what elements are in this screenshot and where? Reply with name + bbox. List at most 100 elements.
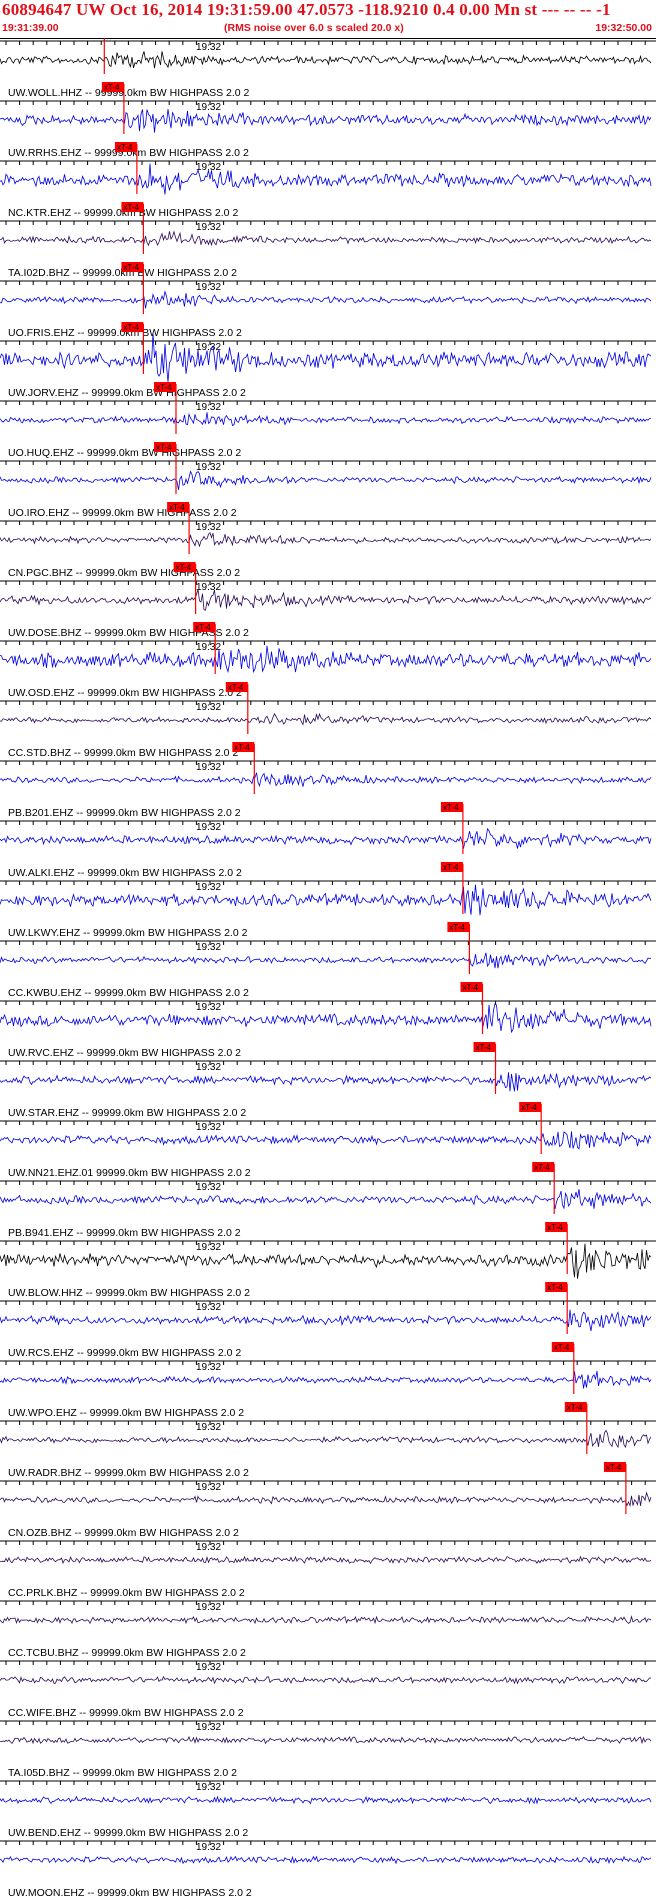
station-label: UO.IRO.EHZ -- 99999.0km BW HIGHPASS 2.0 … — [8, 507, 237, 519]
trace-row: 19:32 UW.BEND.EHZ -- 99999.0km BW HIGHPAS… — [0, 1780, 656, 1839]
trace-row: 19:32 UW.MOON.EHZ -- 99999.0km BW HIGHPAS… — [0, 1840, 656, 1898]
pick-label: xT-4 — [123, 323, 139, 332]
station-label: UW.LKWY.EHZ -- 99999.0km BW HIGHPASS 2.0… — [8, 927, 248, 939]
waveform — [0, 1131, 652, 1150]
time-tick-label: 19:32 — [196, 882, 221, 893]
trace-row: 19:32 CC.WIFE.BHZ -- 99999.0km BW HIGHPAS… — [0, 1660, 656, 1719]
rms-noise-note: (RMS noise over 6.0 s scaled 20.0 x) — [224, 22, 404, 34]
pick-label: xT-4 — [521, 1103, 537, 1112]
waveform — [0, 1795, 652, 1805]
time-tick-label: 19:32 — [196, 462, 221, 473]
waveform — [0, 884, 652, 916]
waveform — [0, 1309, 652, 1332]
trace-row: 19:32 CC.PRLK.BHZ -- 99999.0km BW HIGHPAS… — [0, 1540, 656, 1599]
waveform — [0, 952, 652, 969]
time-tick-label: 19:32 — [196, 1002, 221, 1013]
station-label: UW.BLOW.HHZ -- 99999.0km BW HIGHPASS 2.0… — [8, 1287, 250, 1299]
waveform — [0, 1855, 652, 1865]
station-label: UW.STAR.EHZ -- 99999.0km BW HIGHPASS 2.0… — [8, 1107, 246, 1119]
station-label: UW.BEND.EHZ -- 99999.0km BW HIGHPASS 2.0… — [8, 1827, 248, 1839]
end-time-label: 19:32:50.00 — [595, 22, 652, 34]
station-label: PB.B201.EHZ -- 99999.0km BW HIGHPASS 2.0… — [8, 807, 241, 819]
pick-label: xT-4 — [195, 623, 211, 632]
pick-label: xT-4 — [476, 1043, 492, 1052]
waveform — [0, 712, 652, 726]
waveform — [0, 1003, 652, 1034]
pick-label: xT-4 — [443, 803, 459, 812]
station-label: UW.RCS.EHZ -- 99999.0km BW HIGHPASS 2.0 … — [8, 1347, 241, 1359]
station-label: UW.RADR.BHZ -- 99999.0km BW HIGHPASS 2.0… — [8, 1467, 249, 1479]
trace-row: 19:32 TA.I05D.BHZ -- 99999.0km BW HIGHPAS… — [0, 1720, 656, 1779]
waveform — [0, 163, 652, 195]
station-label: UW.NN21.EHZ.01 99999.0km BW HIGHPASS 2.0… — [8, 1167, 251, 1179]
waveform — [0, 1243, 652, 1279]
time-tick-label: 19:32 — [196, 42, 221, 53]
station-label: UW.RVC.EHZ -- 99999.0km BW HIGHPASS 2.0 … — [8, 1047, 241, 1059]
station-label: CC.TCBU.BHZ -- 99999.0km BW HIGHPASS 2.0… — [8, 1647, 246, 1659]
time-tick-label: 19:32 — [196, 822, 221, 833]
time-tick-label: 19:32 — [196, 1662, 221, 1673]
pick-label: xT-4 — [156, 383, 172, 392]
time-tick-label: 19:32 — [196, 702, 221, 713]
pick-label: xT-4 — [606, 1463, 622, 1472]
waveform — [0, 470, 652, 490]
waveform — [0, 412, 652, 427]
station-label: PB.B941.EHZ -- 99999.0km BW HIGHPASS 2.0… — [8, 1227, 241, 1239]
waveform — [0, 827, 652, 849]
station-label: CC.WIFE.BHZ -- 99999.0km BW HIGHPASS 2.0… — [8, 1707, 244, 1719]
pick-label: xT-4 — [156, 443, 172, 452]
start-time-label: 19:31:39.00 — [2, 22, 59, 34]
station-label: UW.OSD.EHZ -- 99999.0km BW HIGHPASS 2.0 … — [8, 687, 242, 699]
waveform — [0, 51, 652, 69]
waveform — [0, 645, 652, 674]
time-tick-label: 19:32 — [196, 282, 221, 293]
time-tick-label: 19:32 — [196, 642, 221, 653]
pick-label: xT-4 — [449, 923, 465, 932]
waveform — [0, 531, 652, 548]
time-tick-label: 19:32 — [196, 1242, 221, 1253]
time-tick-label: 19:32 — [196, 402, 221, 413]
time-tick-label: 19:32 — [196, 942, 221, 953]
waveform — [0, 1189, 652, 1210]
pick-label: xT-4 — [554, 1343, 570, 1352]
waveform — [0, 1675, 651, 1685]
time-tick-label: 19:32 — [196, 1122, 221, 1133]
seismogram-panel: 19:32xT-4UW.WOLL.HHZ -- 99999.0km BW HIG… — [0, 38, 656, 1898]
pick-label: xT-4 — [547, 1283, 563, 1292]
station-label: CC.KWBU.EHZ -- 99999.0km BW HIGHPASS 2.0… — [8, 987, 249, 999]
waveform — [0, 1491, 652, 1508]
waveform — [0, 1072, 652, 1092]
trace-row: 19:32 xT-4UW.WOLL.HHZ -- 99999.0km BW HIG… — [0, 38, 656, 99]
pick-label: xT-4 — [117, 143, 133, 152]
time-tick-label: 19:32 — [196, 1302, 221, 1313]
pick-label: xT-4 — [463, 983, 479, 992]
pick-label: xT-4 — [169, 503, 185, 512]
time-tick-label: 19:32 — [196, 522, 221, 533]
time-tick-label: 19:32 — [196, 102, 221, 113]
waveform — [0, 1370, 652, 1389]
station-label: CN.OZB.BHZ -- 99999.0km BW HIGHPASS 2.0 … — [8, 1527, 239, 1539]
time-tick-label: 19:32 — [196, 1722, 221, 1733]
station-label: UW.WPO.EHZ -- 99999.0km BW HIGHPASS 2.0 … — [8, 1407, 244, 1419]
pick-label: xT-4 — [176, 563, 192, 572]
time-tick-label: 19:32 — [196, 1062, 221, 1073]
pick-label: xT-4 — [234, 743, 250, 752]
station-label: UW.WOLL.HHZ -- 99999.0km BW HIGHPASS 2.0… — [8, 87, 250, 99]
time-tick-label: 19:32 — [196, 1422, 221, 1433]
time-tick-label: 19:32 — [196, 222, 221, 233]
waveform — [0, 290, 652, 309]
pick-label: xT-4 — [547, 1223, 563, 1232]
trace-row: 19:32 CC.TCBU.BHZ -- 99999.0km BW HIGHPAS… — [0, 1600, 656, 1659]
waveform — [0, 109, 652, 133]
station-label: CC.STD.BHZ -- 99999.0km BW HIGHPASS 2.0 … — [8, 747, 238, 759]
waveform — [0, 589, 652, 611]
pick-label: xT-4 — [104, 83, 120, 92]
waveform — [0, 333, 652, 382]
station-label: UW.MOON.EHZ -- 99999.0km BW HIGHPASS 2.0… — [8, 1887, 252, 1898]
pick-label: xT-4 — [123, 203, 139, 212]
time-tick-label: 19:32 — [196, 762, 221, 773]
station-label: TA.I05D.BHZ -- 99999.0km BW HIGHPASS 2.0… — [8, 1767, 237, 1779]
time-tick-label: 19:32 — [196, 1842, 221, 1853]
waveform — [0, 1429, 652, 1449]
waveform — [0, 1615, 652, 1625]
